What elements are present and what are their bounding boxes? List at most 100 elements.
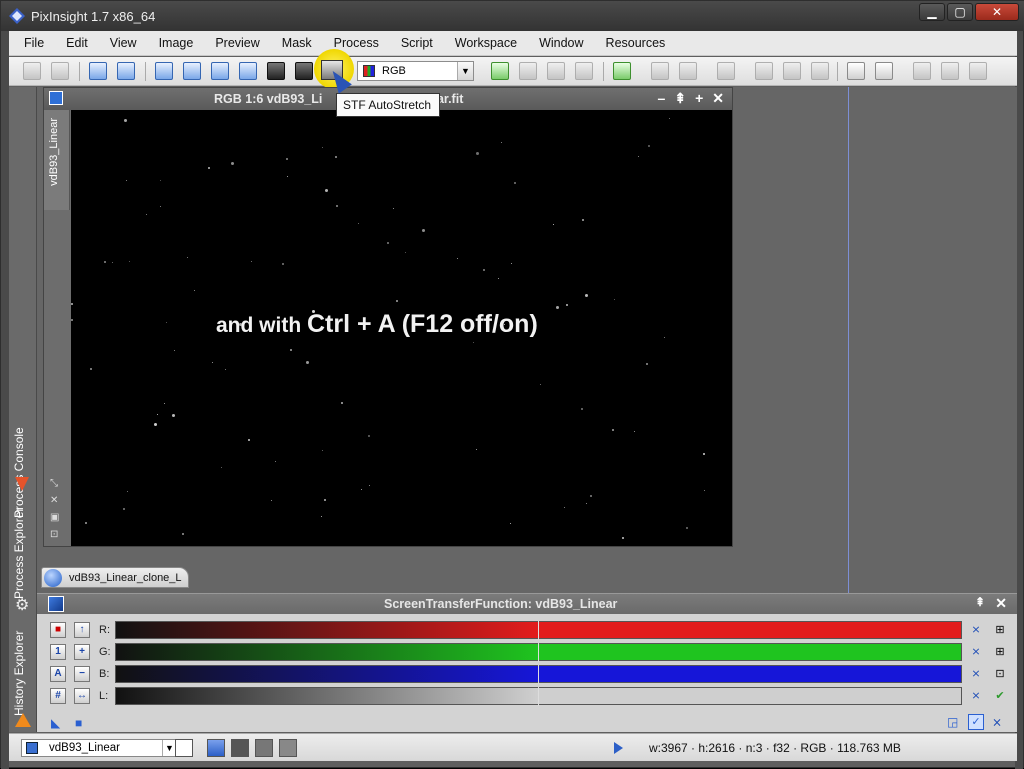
minimize-button[interactable]: ▁ (919, 3, 945, 21)
menu-file[interactable]: File (13, 31, 55, 56)
check-icon[interactable]: ✔ (992, 688, 1008, 704)
invert-icon[interactable] (239, 62, 257, 80)
frame-left (1, 31, 9, 769)
menu-mask[interactable]: Mask (271, 31, 323, 56)
reset-channel-icon[interactable]: ⨯ (968, 622, 984, 638)
menu-edit[interactable]: Edit (55, 31, 99, 56)
arrow-up-icon[interactable]: ↑ (74, 622, 90, 638)
stf-process-icon[interactable] (48, 596, 64, 612)
arrange-icon[interactable] (969, 62, 987, 80)
menu-resources[interactable]: Resources (595, 31, 677, 56)
close-button[interactable]: ✕ (975, 3, 1019, 21)
reset-channel-icon[interactable]: ⨯ (968, 666, 984, 682)
crop-icon[interactable] (783, 62, 801, 80)
star (271, 500, 272, 501)
channel-bar-l[interactable] (115, 687, 962, 706)
close-icon[interactable]: ✕ (995, 595, 1007, 612)
menu-workspace[interactable]: Workspace (444, 31, 528, 56)
align-right-icon[interactable] (875, 62, 893, 80)
grid-icon[interactable]: # (50, 688, 66, 704)
show-mask-icon[interactable] (295, 62, 313, 80)
midtones-slider[interactable] (538, 665, 539, 684)
new-image-icon[interactable] (491, 62, 509, 80)
identifier-icon[interactable] (89, 62, 107, 80)
rgb-link-icon[interactable]: ■ (50, 622, 66, 638)
auto-icon[interactable]: A (50, 666, 66, 682)
channel-bar-b[interactable] (115, 665, 962, 684)
menu-script[interactable]: Script (390, 31, 444, 56)
copy-icon[interactable] (547, 62, 565, 80)
view-mode-light-icon[interactable] (279, 739, 297, 757)
readout-icon[interactable]: ⊡ (50, 529, 59, 540)
channel-bar-g[interactable] (115, 643, 962, 662)
midtones-slider[interactable] (538, 643, 539, 662)
add-icon[interactable]: ⊡ (992, 666, 1008, 682)
undo-icon[interactable] (23, 62, 41, 80)
explorer-icon[interactable] (613, 62, 631, 80)
history-explorer-icon[interactable] (15, 713, 31, 727)
plus-icon[interactable]: + (74, 644, 90, 660)
pan-icon[interactable]: ✕ (50, 495, 59, 506)
reset-channel-icon[interactable]: ⨯ (968, 644, 984, 660)
maximize-button[interactable]: ▢ (947, 3, 973, 21)
image-window-icon[interactable] (49, 91, 63, 105)
shade-icon[interactable]: ⇞ (674, 90, 686, 107)
menu-view[interactable]: View (99, 31, 148, 56)
image-icon-tab[interactable]: vdB93_Linear_clone_L (41, 567, 189, 588)
align-left-icon[interactable] (847, 62, 865, 80)
close-icon[interactable]: ✕ (712, 90, 724, 107)
redo-icon[interactable] (51, 62, 69, 80)
paste-icon[interactable] (575, 62, 593, 80)
fit-icon[interactable]: ▣ (50, 512, 59, 523)
minus-icon[interactable]: − (74, 666, 90, 682)
star (90, 368, 92, 370)
frame-icon[interactable] (811, 62, 829, 80)
new-document-icon[interactable] (175, 739, 193, 757)
play-icon[interactable] (614, 742, 623, 754)
midtones-slider[interactable] (538, 687, 539, 706)
one-icon[interactable]: 1 (50, 644, 66, 660)
tool-icon[interactable] (755, 62, 773, 80)
process-console-icon[interactable] (15, 477, 29, 491)
view-mode-normal-icon[interactable] (207, 739, 225, 757)
menu-window[interactable]: Window (528, 31, 594, 56)
add-icon[interactable]: ⊞ (992, 622, 1008, 638)
stf-title-bar[interactable]: ScreenTransferFunction: vdB93_Linear ⇞ ✕ (37, 594, 1017, 614)
dock-tab-process-explorer[interactable]: Process Explorer (12, 503, 34, 603)
channel-bar-r[interactable] (115, 621, 962, 640)
maximize-icon[interactable]: + (695, 90, 703, 107)
view-mode-dark-icon[interactable] (231, 739, 249, 757)
back-icon[interactable] (651, 62, 669, 80)
clone-view-icon[interactable] (117, 62, 135, 80)
gear-icon[interactable]: ⚙ (15, 595, 29, 615)
shade-icon[interactable]: ⇞ (975, 595, 985, 609)
new-instance-icon[interactable]: ◣ (51, 716, 60, 730)
preview-toggle-icon[interactable]: ✓ (968, 714, 984, 730)
zoom-fit-icon[interactable] (155, 62, 173, 80)
channel-select[interactable]: RGB ▼ (357, 61, 474, 81)
check-icon[interactable] (519, 62, 537, 80)
forward-icon[interactable] (679, 62, 697, 80)
menu-preview[interactable]: Preview (204, 31, 270, 56)
add-icon[interactable]: ⊞ (992, 644, 1008, 660)
reset-icon[interactable]: ⨯ (992, 715, 1002, 729)
new-preview-icon[interactable] (211, 62, 229, 80)
edit-icon[interactable] (717, 62, 735, 80)
cascade-icon[interactable] (941, 62, 959, 80)
zoom-one-icon[interactable] (183, 62, 201, 80)
view-mode-gray-icon[interactable] (255, 739, 273, 757)
reset-channel-icon[interactable]: ⨯ (968, 688, 984, 704)
view-side-tab[interactable]: vdB93_Linear (44, 110, 70, 210)
resize-horizontal-icon[interactable]: ↔ (74, 688, 90, 704)
document-icon[interactable]: ◲ (947, 715, 958, 729)
global-apply-icon[interactable]: ■ (75, 716, 82, 730)
tile-icon[interactable] (913, 62, 931, 80)
view-selector[interactable]: vdB93_Linear ▼ (21, 739, 177, 757)
midtones-slider[interactable] (538, 621, 539, 640)
image-canvas[interactable]: and with Ctrl + A (F12 off/on) (71, 110, 732, 546)
zoom-in-icon[interactable]: ⤡ (50, 478, 59, 489)
minimize-icon[interactable]: – (658, 90, 666, 107)
mask-icon[interactable] (267, 62, 285, 80)
dock-tab-history-explorer[interactable]: History Explorer (12, 623, 34, 723)
menu-image[interactable]: Image (148, 31, 205, 56)
